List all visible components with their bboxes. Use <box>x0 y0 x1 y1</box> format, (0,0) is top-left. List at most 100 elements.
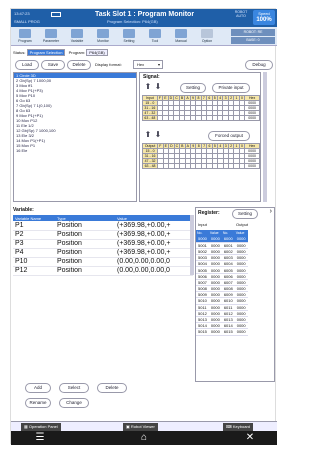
arrow-up-icon[interactable]: ⬆ <box>144 83 152 91</box>
signal-label: Signal: <box>143 74 160 80</box>
reg-in-val: 0000 <box>208 291 222 299</box>
table-row[interactable]: P12 Position (0.00,0.00,0.00,0 <box>13 266 193 276</box>
reg-in-no: 5011 <box>196 304 209 311</box>
bottom-tabs: ▦ Operation Panel ▣ Robot Viewer ⌨ Keybo… <box>11 421 277 431</box>
toolbar-program-button[interactable]: Program <box>13 28 37 45</box>
input-signal-table: Input FEDCBA9876543210 Hex 15 - 0 0000 31… <box>142 95 260 121</box>
register-setting-button[interactable]: Setting <box>232 209 258 219</box>
variable-panel: Variable: Variable Name Type Value P1 Pos… <box>13 207 193 382</box>
table-row[interactable]: 5015 0000 6015 0000 <box>196 328 248 336</box>
menu-icon[interactable]: ☰ <box>33 432 47 444</box>
program-selection-label: Program Selection: P64(GB) <box>107 19 158 24</box>
select-variable-button[interactable]: Select <box>59 383 89 393</box>
var-name: P1 <box>13 221 55 231</box>
var-value: (+369.98,+0.00,+ <box>115 230 193 240</box>
tab-label: Keyboard <box>232 424 251 429</box>
reg-out-no: 6002 <box>221 248 235 256</box>
toolbar-monitor-button[interactable]: Monitor <box>91 28 115 45</box>
hex-value: 0000 <box>244 115 260 121</box>
arrow-down-icon[interactable]: ⬇ <box>154 131 162 139</box>
toolbar-option-button[interactable]: Option <box>195 28 219 45</box>
row-range: 47 - 32 <box>141 158 159 164</box>
toolbar-tool-button[interactable]: Tool <box>143 28 167 45</box>
row-range: 47 - 32 <box>142 110 158 116</box>
tab-label: Robot Viewer <box>130 424 155 429</box>
program-list[interactable]: 1 Circle 3D 2 Gb(Sp) 7 1000,00 3 Moo ff1… <box>13 72 137 202</box>
chevron-right-icon[interactable]: › <box>270 208 272 215</box>
toolbar-label: Parameter <box>42 39 60 43</box>
reg-out-val: 0000 <box>234 248 248 256</box>
robot-mode-value: AUTO <box>236 14 246 18</box>
option-icon <box>201 29 213 38</box>
home-icon[interactable]: ⌂ <box>137 432 151 444</box>
table-row[interactable]: P2 Position (+369.98,+0.00,+ <box>13 230 193 240</box>
reg-out-no: 6001 <box>221 242 235 249</box>
table-row[interactable]: P4 Position (+369.98,+0.00,+ <box>13 248 193 258</box>
table-row[interactable]: P3 Position (+369.98,+0.00,+ <box>13 239 193 249</box>
toolbar-label: Option <box>201 39 213 43</box>
reg-in-no: 5007 <box>196 279 209 287</box>
tab-robot-viewer[interactable]: ▣ Robot Viewer <box>123 423 158 431</box>
table-row[interactable]: P1 Position (+369.98,+0.00,+ <box>13 221 193 231</box>
forced-output-button[interactable]: Forced output <box>208 131 250 141</box>
tool-icon <box>149 29 161 38</box>
table-row[interactable]: P10 Position (0.00,0.00,0.00,0 <box>13 257 193 267</box>
var-type: Position <box>55 266 115 276</box>
reg-out-val: 0000 <box>234 279 248 287</box>
toolbar-label: Monitor <box>97 39 109 43</box>
delete-program-button[interactable]: Delete <box>67 60 91 70</box>
delete-variable-button[interactable]: Delete <box>97 383 127 393</box>
parameter-icon <box>45 29 57 38</box>
save-button[interactable]: Save <box>41 60 65 70</box>
private-input-button[interactable]: Private input <box>212 83 250 93</box>
toolbar-manual-button[interactable]: Manual <box>169 28 193 45</box>
reg-out-val: 0000 <box>234 285 248 293</box>
var-type: Position <box>55 239 115 249</box>
robot-mode[interactable]: ROBOT AUTO <box>233 10 249 25</box>
variable-scrollbar[interactable] <box>190 215 194 275</box>
status-row: Status: Program Selection Program: P64(G… <box>13 49 110 56</box>
keyboard-icon: ⌨ <box>226 424 233 429</box>
reg-out-no: 6009 <box>221 291 235 299</box>
reg-out-no: 6014 <box>221 322 235 330</box>
setting-icon <box>123 29 135 38</box>
rename-variable-button[interactable]: Rename <box>25 398 51 408</box>
display-format-select[interactable]: Hex ▾ <box>133 60 163 69</box>
register-label: Register: <box>198 210 220 216</box>
register-table: No. Value No. Value 5000 0000 6000 0000 500… <box>196 230 248 336</box>
reg-out-no: 6015 <box>221 328 235 336</box>
toolbar-parameter-button[interactable]: Parameter <box>39 28 63 45</box>
reg-in-no: 5001 <box>196 242 209 249</box>
reg-out-no: 6013 <box>221 316 235 324</box>
speed-label: Speed <box>258 11 270 16</box>
status-value: Program Selection <box>26 49 66 56</box>
add-variable-button[interactable]: Add <box>25 383 51 393</box>
tab-keyboard[interactable]: ⌨ Keyboard <box>223 423 254 431</box>
signal-setting-button[interactable]: Setting <box>180 83 206 93</box>
reg-in-no: 5012 <box>196 310 209 317</box>
toolbar-label: Variable <box>70 39 84 43</box>
tab-operation-panel[interactable]: ▦ Operation Panel <box>21 423 61 431</box>
change-variable-button[interactable]: Change <box>59 398 89 408</box>
var-name: P2 <box>13 230 55 240</box>
list-item[interactable]: 16 Ele <box>14 148 136 153</box>
reg-out-val: 0000 <box>234 273 248 280</box>
arrow-down-icon[interactable]: ⬇ <box>154 83 162 91</box>
reg-in-val: 0000 <box>208 242 222 249</box>
reg-in-val: 0000 <box>208 254 222 262</box>
arrow-up-icon[interactable]: ⬆ <box>144 131 152 139</box>
window-title: Task Slot 1 : Program Monitor <box>95 11 195 18</box>
debug-button[interactable]: Debug <box>245 60 273 70</box>
tab-label: Operation Panel <box>28 424 58 429</box>
speed-indicator[interactable]: Speed 100% <box>253 10 275 25</box>
var-type: Position <box>55 257 115 267</box>
var-name: P12 <box>13 266 55 276</box>
var-type: Position <box>55 221 115 231</box>
var-type: Position <box>55 230 115 240</box>
var-type: Position <box>55 248 115 258</box>
toolbar-setting-button[interactable]: Setting <box>117 28 141 45</box>
signal-scrollbar[interactable] <box>263 72 267 202</box>
close-icon[interactable]: ✕ <box>243 432 257 444</box>
toolbar-variable-button[interactable]: Variable <box>65 28 89 45</box>
load-button[interactable]: Load <box>15 60 39 70</box>
